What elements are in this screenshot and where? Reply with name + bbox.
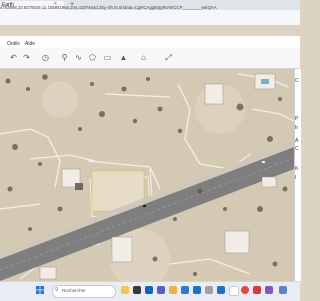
satellite-map[interactable] [0, 69, 294, 281]
teams-icon[interactable] [157, 286, 165, 294]
menu-outils[interactable]: Outils [7, 41, 20, 47]
store-icon[interactable] [193, 286, 201, 294]
edge-icon[interactable] [145, 286, 153, 294]
gmail-icon[interactable] [229, 286, 239, 296]
search-placeholder: Rechercher [62, 288, 86, 293]
history-icon[interactable]: ◷ [41, 53, 50, 62]
app-icon[interactable] [205, 286, 213, 294]
side-panel-label: I [295, 175, 297, 181]
task-view-icon[interactable] [133, 286, 141, 294]
side-panel-label: K [295, 166, 299, 172]
google-earth-icon[interactable] [279, 286, 287, 294]
path-icon[interactable]: ∿ [74, 53, 83, 62]
ruler-icon[interactable]: ▭ [103, 53, 112, 62]
app-icon[interactable] [265, 286, 273, 294]
side-panel-label: C [295, 146, 299, 152]
widgets-icon[interactable] [121, 286, 129, 294]
undo-icon[interactable]: ↶ [9, 53, 18, 62]
side-panel-label: A [295, 138, 299, 144]
word-icon[interactable] [217, 286, 225, 294]
placemark-icon[interactable]: ⚲ [60, 53, 69, 62]
side-panel-label: Ir [295, 125, 299, 131]
chrome-icon[interactable] [241, 286, 249, 294]
file-explorer-icon[interactable] [169, 286, 177, 294]
mountain-icon[interactable]: ▲ [119, 53, 128, 62]
menu-aide[interactable]: Aide [25, 41, 35, 47]
search-icon: ⚲ [55, 287, 59, 293]
house-icon[interactable]: ⌂ [139, 53, 148, 62]
app-icon[interactable] [253, 286, 261, 294]
windows-start-icon[interactable] [36, 286, 44, 294]
side-panel-label: C [295, 78, 299, 84]
outlook-icon[interactable] [181, 286, 189, 294]
polygon-icon[interactable]: ⬠ [88, 53, 97, 62]
side-panel-label: P [295, 116, 299, 122]
redo-icon[interactable]: ↷ [22, 53, 31, 62]
address-bar[interactable]: 4763998,10.6275515,11,15588196a,104.4187… [0, 2, 300, 13]
expand-icon[interactable]: ⤢ [164, 53, 173, 62]
satellite-imagery [0, 69, 294, 281]
